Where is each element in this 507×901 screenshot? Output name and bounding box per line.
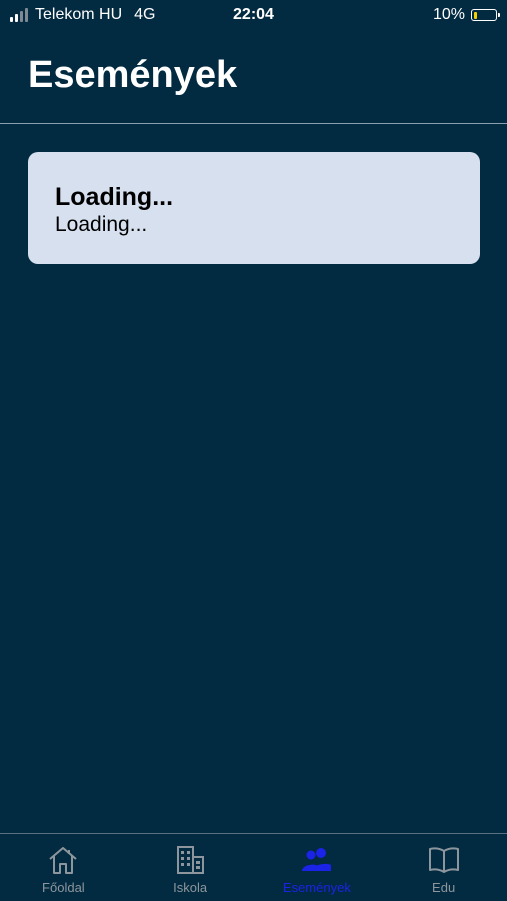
tab-home[interactable]: Főoldal: [0, 834, 127, 901]
clock: 22:04: [233, 6, 274, 23]
status-bar: Telekom HU 4G 22:04 10%: [0, 0, 507, 30]
card-subtitle: Loading...: [55, 213, 148, 236]
tab-label: Edu: [432, 880, 456, 895]
building-icon: [177, 846, 205, 874]
battery-icon: [471, 9, 500, 21]
status-right: 10%: [432, 6, 500, 24]
page-title: Események: [28, 54, 238, 96]
book-icon: [428, 847, 459, 873]
event-card[interactable]: Loading... Loading...: [28, 152, 480, 264]
battery-percent: 10%: [432, 6, 465, 23]
header: Események: [0, 30, 507, 124]
home-icon: [49, 847, 78, 874]
tab-label: Főoldal: [42, 880, 85, 895]
tab-edu[interactable]: Edu: [380, 834, 507, 901]
tab-bar: Főoldal Iskola Események Edu: [0, 833, 507, 901]
card-title: Loading...: [55, 183, 174, 211]
tab-school[interactable]: Iskola: [127, 834, 254, 901]
tab-events[interactable]: Események: [254, 834, 381, 901]
people-icon: [301, 848, 331, 871]
tab-label: Események: [282, 880, 351, 895]
tab-label: Iskola: [173, 880, 208, 895]
